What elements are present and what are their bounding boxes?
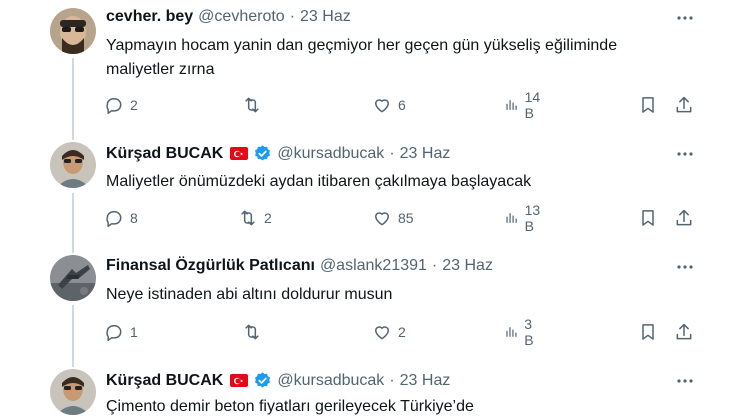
- reply-icon: [106, 97, 122, 115]
- like-icon: [375, 326, 389, 340]
- separator-dot: ·: [289, 8, 296, 25]
- tweet-text-line: Neye istinaden abi altını doldurur musun: [106, 286, 393, 303]
- reply-button[interactable]: 8: [104, 206, 138, 230]
- share-icon: [676, 323, 692, 340]
- bookmark-icon: [642, 324, 654, 340]
- tweet-text-line: Maliyetler önümüzdeki aydan itibaren çak…: [106, 173, 532, 190]
- like-button[interactable]: 85: [372, 206, 414, 230]
- reply-count: 1: [130, 324, 138, 340]
- retweet-button[interactable]: [242, 320, 268, 344]
- like-count: 2: [398, 324, 406, 340]
- tweet-text: Neye istinaden abi altını doldurur musun: [106, 283, 686, 307]
- views-count: 3 B: [524, 316, 534, 348]
- more-icon[interactable]: [675, 371, 695, 391]
- views-count: 13 B: [524, 202, 541, 234]
- share-button[interactable]: [674, 206, 694, 230]
- tweet-date[interactable]: 23 Haz: [442, 257, 493, 275]
- reply-icon: [106, 324, 122, 342]
- author-handle[interactable]: @kursadbucak: [277, 145, 384, 163]
- author-name[interactable]: Kürşad BUCAK: [106, 372, 223, 390]
- bookmark-button[interactable]: [638, 320, 658, 344]
- retweet-count: 2: [264, 210, 272, 226]
- author-name[interactable]: cevher. bey: [106, 8, 193, 26]
- turkey-flag-icon: [230, 374, 249, 387]
- reply-icon: [106, 210, 122, 228]
- tweet-header: Finansal Özgürlük Patlıcanı @aslank21391…: [106, 257, 493, 275]
- views-icon: [506, 100, 517, 110]
- author-name[interactable]: Finansal Özgürlük Patlıcanı: [106, 257, 315, 275]
- like-count: 6: [398, 97, 406, 113]
- retweet-icon: [245, 97, 259, 113]
- reply-count: 8: [130, 210, 138, 226]
- more-icon[interactable]: [675, 144, 695, 164]
- avatar[interactable]: [50, 142, 96, 188]
- tweet[interactable]: Kürşad BUCAK @kursadbucak · 23 Haz Maliy…: [0, 140, 730, 253]
- tweet-text: Maliyetler önümüzdeki aydan itibaren çak…: [106, 170, 686, 194]
- like-count: 85: [398, 210, 414, 226]
- author-handle[interactable]: @cevheroto: [198, 8, 285, 26]
- author-handle[interactable]: @kursadbucak: [277, 372, 384, 390]
- author-handle[interactable]: @aslank21391: [320, 257, 427, 275]
- views-button[interactable]: 3 B: [504, 316, 539, 348]
- turkey-flag-icon: [230, 147, 249, 160]
- reply-count: 2: [130, 97, 138, 113]
- more-icon[interactable]: [675, 257, 695, 277]
- avatar[interactable]: [50, 255, 96, 301]
- tweet-date[interactable]: 23 Haz: [400, 372, 451, 390]
- views-count: 14 B: [524, 89, 541, 121]
- like-button[interactable]: 2: [372, 320, 406, 344]
- tweet-text-line: maliyetler zırna: [106, 61, 215, 78]
- more-icon[interactable]: [675, 8, 695, 28]
- reply-button[interactable]: 1: [104, 320, 138, 344]
- tweet[interactable]: cevher. bey @cevheroto · 23 Haz Yapmayın…: [0, 0, 730, 140]
- avatar[interactable]: [50, 8, 96, 54]
- share-icon: [676, 96, 692, 113]
- avatar[interactable]: [50, 369, 96, 415]
- tweet-date[interactable]: 23 Haz: [300, 8, 351, 26]
- bookmark-icon: [642, 97, 654, 113]
- author-name[interactable]: Kürşad BUCAK: [106, 145, 223, 163]
- retweet-button[interactable]: 2: [238, 206, 272, 230]
- retweet-icon: [241, 210, 255, 226]
- views-button[interactable]: 14 B: [504, 89, 546, 121]
- share-icon: [676, 209, 692, 226]
- bookmark-icon: [642, 210, 654, 226]
- separator-dot: ·: [389, 144, 395, 162]
- tweet-header: Kürşad BUCAK @kursadbucak · 23 Haz: [106, 144, 450, 163]
- retweet-icon: [245, 324, 259, 340]
- verified-badge-icon[interactable]: [253, 371, 272, 390]
- bookmark-button[interactable]: [638, 206, 658, 230]
- tweet-text: Yapmayın hocam yanin dan geçmiyor her ge…: [106, 34, 686, 82]
- like-button[interactable]: 6: [372, 93, 406, 117]
- tweet-text: Çimento demir beton fiyatları gerileyece…: [106, 395, 686, 419]
- share-button[interactable]: [674, 320, 694, 344]
- tweet[interactable]: Kürşad BUCAK @kursadbucak · 23 Haz Çimen…: [0, 367, 730, 420]
- like-icon: [375, 99, 389, 113]
- verified-badge-icon[interactable]: [253, 144, 272, 163]
- views-button[interactable]: 13 B: [504, 202, 546, 234]
- bookmark-button[interactable]: [638, 93, 658, 117]
- views-icon: [506, 213, 517, 223]
- separator-dot: ·: [389, 371, 395, 389]
- like-icon: [375, 212, 389, 226]
- tweet-date[interactable]: 23 Haz: [400, 145, 451, 163]
- tweet-header: Kürşad BUCAK @kursadbucak · 23 Haz: [106, 371, 450, 390]
- reply-button[interactable]: 2: [104, 93, 138, 117]
- views-icon: [506, 327, 517, 337]
- tweet-header: cevher. bey @cevheroto · 23 Haz: [106, 8, 351, 26]
- separator-dot: ·: [431, 257, 438, 274]
- tweet-text-line: Çimento demir beton fiyatları gerileyece…: [106, 398, 474, 415]
- retweet-button[interactable]: [242, 93, 268, 117]
- share-button[interactable]: [674, 93, 694, 117]
- tweet-text-line: Yapmayın hocam yanin dan geçmiyor her ge…: [106, 37, 618, 54]
- tweet[interactable]: Finansal Özgürlük Patlıcanı @aslank21391…: [0, 253, 730, 367]
